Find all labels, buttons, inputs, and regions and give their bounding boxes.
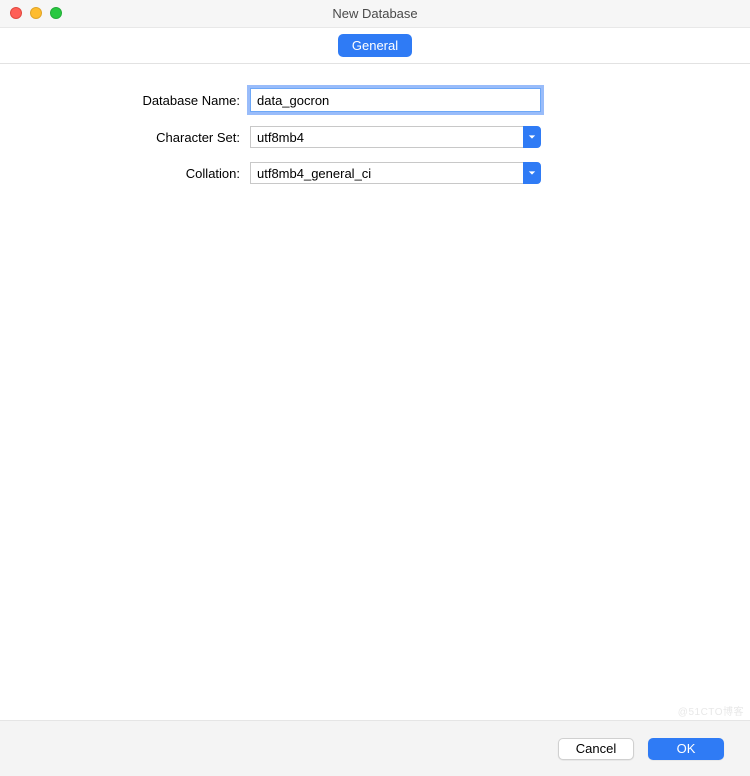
collation-select[interactable]: utf8mb4_general_ci	[250, 162, 541, 184]
ok-button[interactable]: OK	[648, 738, 724, 760]
database-name-input[interactable]	[250, 88, 541, 112]
form-area: Database Name: Character Set: utf8mb4 Co…	[0, 64, 750, 184]
cancel-button[interactable]: Cancel	[558, 738, 634, 760]
chevron-down-icon[interactable]	[523, 162, 541, 184]
close-window-button[interactable]	[10, 7, 22, 19]
minimize-window-button[interactable]	[30, 7, 42, 19]
collation-label: Collation:	[0, 166, 250, 181]
character-set-label: Character Set:	[0, 130, 250, 145]
character-set-value: utf8mb4	[250, 126, 523, 148]
database-name-row: Database Name:	[0, 88, 750, 112]
collation-row: Collation: utf8mb4_general_ci	[0, 162, 750, 184]
footer: Cancel OK	[0, 720, 750, 776]
tab-general[interactable]: General	[338, 34, 412, 57]
character-set-row: Character Set: utf8mb4	[0, 126, 750, 148]
character-set-select[interactable]: utf8mb4	[250, 126, 541, 148]
titlebar: New Database	[0, 0, 750, 28]
database-name-label: Database Name:	[0, 93, 250, 108]
window-title: New Database	[332, 6, 417, 21]
traffic-lights	[10, 7, 62, 19]
tab-bar: General	[0, 28, 750, 64]
database-name-input-wrapper	[250, 88, 541, 112]
collation-value: utf8mb4_general_ci	[250, 162, 523, 184]
maximize-window-button[interactable]	[50, 7, 62, 19]
watermark: @51CTO博客	[678, 703, 744, 718]
chevron-down-icon[interactable]	[523, 126, 541, 148]
